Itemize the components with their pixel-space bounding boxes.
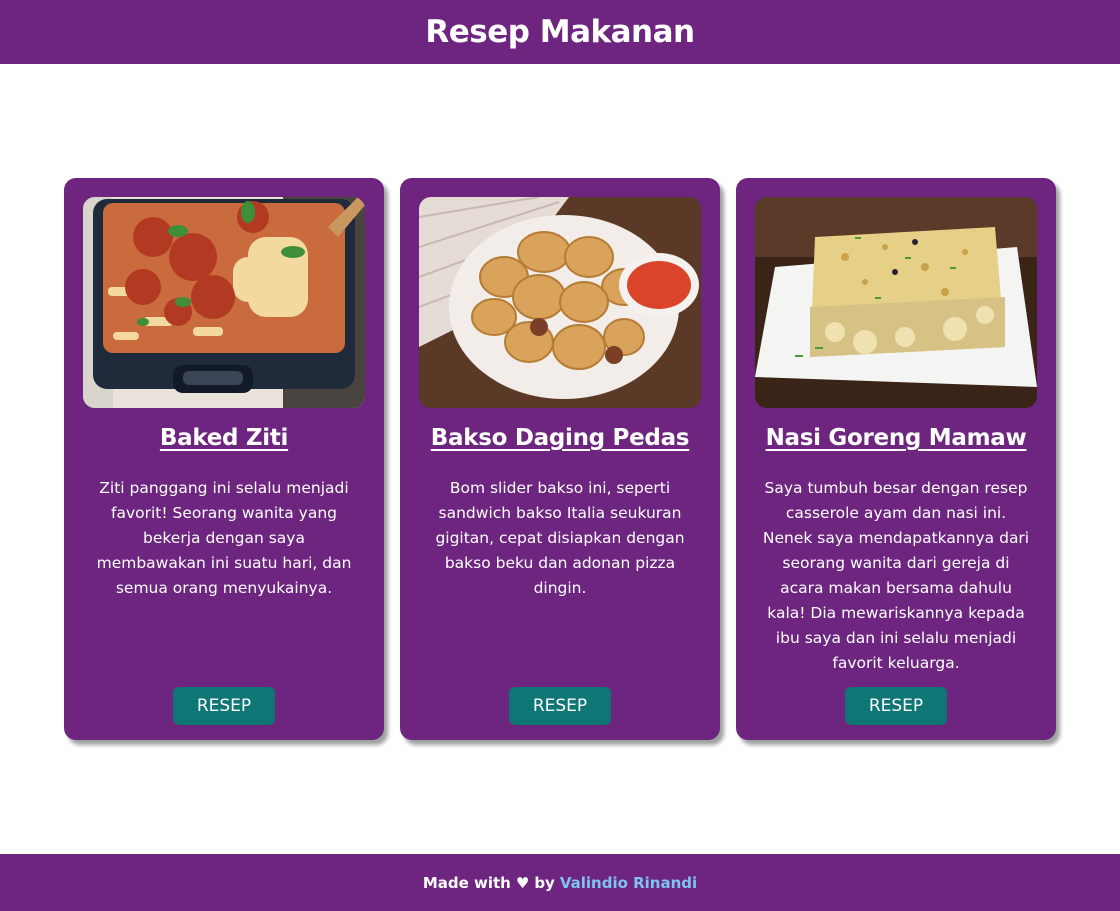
recipe-image xyxy=(83,197,365,408)
recipe-description: Ziti panggang ini selalu menjadi favorit… xyxy=(96,479,352,597)
footer-by: by xyxy=(534,873,555,892)
site-header: Resep Makanan xyxy=(0,0,1120,64)
recipe-card: Bakso Daging Pedas Bom slider bakso ini,… xyxy=(400,178,720,740)
recipe-card: Nasi Goreng Mamaw Saya tumbuh besar deng… xyxy=(736,178,1056,740)
footer-prefix: Made with xyxy=(422,873,511,892)
recipe-image xyxy=(755,197,1037,408)
recipe-title[interactable]: Bakso Daging Pedas xyxy=(400,425,720,451)
site-footer: Made with ♥ by Valindio Rinandi xyxy=(0,854,1120,911)
recipe-title[interactable]: Baked Ziti xyxy=(64,425,384,451)
recipe-button[interactable]: RESEP xyxy=(845,687,947,725)
recipe-image xyxy=(419,197,701,408)
recipe-button[interactable]: RESEP xyxy=(509,687,611,725)
recipe-card: Baked Ziti Ziti panggang ini selalu menj… xyxy=(64,178,384,740)
author-link[interactable]: Valindio Rinandi xyxy=(560,874,697,892)
recipe-description: Saya tumbuh besar dengan resep casserole… xyxy=(762,479,1030,672)
heart-icon: ♥ xyxy=(515,873,530,892)
recipe-description: Bom slider bakso ini, seperti sandwich b… xyxy=(435,479,685,597)
page-title: Resep Makanan xyxy=(425,14,695,50)
recipe-title[interactable]: Nasi Goreng Mamaw xyxy=(736,425,1056,451)
recipe-card-list: Baked Ziti Ziti panggang ini selalu menj… xyxy=(64,178,1056,740)
recipe-button[interactable]: RESEP xyxy=(173,687,275,725)
